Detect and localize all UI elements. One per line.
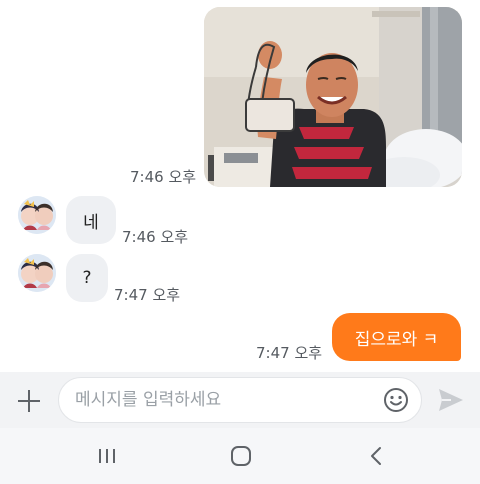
- photo-message[interactable]: [204, 7, 462, 187]
- message-input-container[interactable]: [58, 377, 422, 423]
- back-icon[interactable]: [356, 444, 396, 468]
- message-composer: [0, 372, 480, 428]
- send-icon[interactable]: [436, 386, 466, 414]
- chat-area: 7:46 오후 네 7:46 오후 ? 7:47 오후 7:47 오후 집으로와…: [0, 0, 480, 372]
- message-bubble-outgoing[interactable]: 집으로와 ㅋ: [332, 313, 461, 361]
- avatar-image: [18, 196, 56, 234]
- message-bubble-incoming[interactable]: 네: [66, 196, 116, 244]
- home-icon[interactable]: [221, 444, 261, 468]
- message-text: ?: [82, 268, 92, 288]
- photo-image: [204, 7, 462, 187]
- smiley-icon[interactable]: [383, 387, 409, 413]
- message-time: 7:46 오후: [122, 228, 189, 246]
- avatar[interactable]: [18, 254, 56, 292]
- message-time: 7:47 오후: [114, 286, 181, 304]
- message-text: 네: [83, 212, 99, 233]
- message-input[interactable]: [75, 378, 375, 422]
- recent-apps-icon[interactable]: [87, 444, 127, 468]
- system-navigation-bar: [0, 428, 480, 484]
- message-time: 7:47 오후: [256, 344, 323, 362]
- avatar-image: [18, 254, 56, 292]
- plus-icon[interactable]: [12, 384, 46, 418]
- message-text: 집으로와 ㅋ: [354, 329, 439, 350]
- message-time: 7:46 오후: [130, 168, 197, 186]
- avatar[interactable]: [18, 196, 56, 234]
- message-bubble-incoming[interactable]: ?: [66, 254, 108, 302]
